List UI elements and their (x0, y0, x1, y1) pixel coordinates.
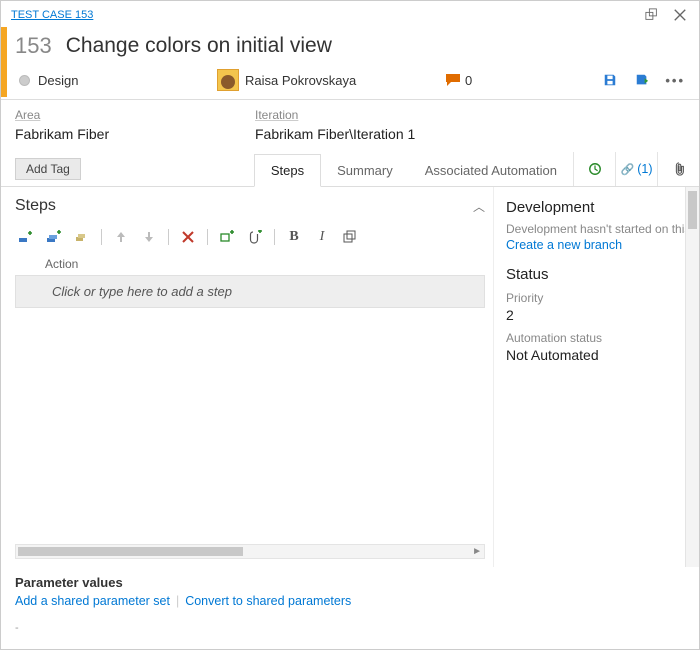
parameters-section: Parameter values Add a shared parameter … (1, 567, 699, 644)
steps-panel: Steps ︿ B I Action Click (1, 187, 494, 567)
delete-step-icon[interactable] (177, 227, 199, 247)
header-actions: ••• (601, 71, 699, 89)
discussion-count: 0 (465, 73, 472, 88)
vscroll-thumb[interactable] (688, 191, 697, 229)
close-icon[interactable] (671, 6, 689, 24)
toolbar-separator (207, 229, 208, 245)
parameters-links: Add a shared parameter set | Convert to … (15, 594, 685, 608)
italic-icon[interactable]: I (311, 227, 333, 247)
development-hint: Development hasn't started on this (506, 222, 695, 236)
more-actions-button[interactable]: ••• (665, 73, 685, 88)
area-value: Fabrikam Fiber (15, 126, 215, 142)
convert-to-shared-link[interactable]: Convert to shared parameters (185, 594, 351, 608)
steps-toolbar: B I (15, 223, 485, 253)
status-heading: Status (506, 266, 695, 283)
side-panel: Development Development hasn't started o… (494, 187, 699, 567)
classification-fields: Area Fabrikam Fiber Iteration Fabrikam F… (1, 100, 699, 148)
attachments-tab-icon[interactable] (657, 152, 699, 186)
vertical-scrollbar[interactable] (685, 187, 699, 567)
links-count: (1) (637, 162, 652, 176)
automation-status-value[interactable]: Not Automated (506, 347, 695, 363)
action-column-header: Action (15, 253, 485, 275)
collapse-steps-icon[interactable]: ︿ (473, 198, 485, 215)
move-down-icon[interactable] (138, 227, 160, 247)
insert-parameter-icon[interactable] (216, 227, 238, 247)
type-accent (1, 27, 7, 97)
discussion-button[interactable]: 0 (445, 73, 495, 88)
breadcrumb[interactable]: TEST CASE 153 (11, 9, 93, 21)
toolbar-separator (168, 229, 169, 245)
links-tab-icon[interactable]: 🔗 (1) (615, 152, 657, 186)
main-content: Steps ︿ B I Action Click (1, 187, 699, 567)
new-step-input[interactable]: Click or type here to add a step (15, 275, 485, 308)
tab-steps[interactable]: Steps (254, 154, 321, 187)
priority-label: Priority (506, 291, 695, 305)
avatar (217, 69, 239, 91)
top-bar: TEST CASE 153 (1, 1, 699, 29)
history-tab-icon[interactable] (573, 152, 615, 186)
bold-icon[interactable]: B (283, 227, 305, 247)
state-dot-icon (19, 75, 30, 86)
development-heading: Development (506, 199, 695, 216)
work-item-title[interactable]: Change colors on initial view (66, 34, 332, 58)
work-item-form: TEST CASE 153 153 Change colors on initi… (0, 0, 700, 650)
state-value: Design (38, 73, 78, 88)
automation-status-label: Automation status (506, 331, 695, 345)
scroll-thumb[interactable] (18, 547, 243, 556)
title-bar: 153 Change colors on initial view (1, 29, 699, 69)
insert-step-icon[interactable] (15, 227, 37, 247)
tag-and-tab-row: Add Tag Steps Summary Associated Automat… (1, 148, 699, 187)
tab-summary[interactable]: Summary (321, 155, 409, 186)
create-shared-steps-icon[interactable] (71, 227, 93, 247)
assignee-field[interactable]: Raisa Pokrovskaya (217, 69, 427, 91)
assignee-name: Raisa Pokrovskaya (245, 73, 356, 88)
footer-dash: - (15, 622, 685, 634)
state-field[interactable]: Design (19, 73, 199, 88)
work-item-id: 153 (15, 33, 52, 59)
insert-shared-step-icon[interactable] (43, 227, 65, 247)
parameters-heading: Parameter values (15, 575, 685, 590)
scroll-right-icon[interactable]: ► (472, 546, 482, 557)
maximize-steps-icon[interactable] (339, 227, 361, 247)
add-shared-parameter-link[interactable]: Add a shared parameter set (15, 594, 170, 608)
create-branch-link[interactable]: Create a new branch (506, 238, 695, 252)
add-tag-button[interactable]: Add Tag (15, 158, 81, 180)
tab-icons: 🔗 (1) (573, 152, 699, 186)
tabs: Steps Summary Associated Automation 🔗 (1… (254, 152, 699, 186)
tab-associated-automation[interactable]: Associated Automation (409, 155, 573, 186)
move-up-icon[interactable] (110, 227, 132, 247)
iteration-label: Iteration (255, 108, 455, 122)
save-icon[interactable] (601, 71, 619, 89)
steps-heading-label: Steps (15, 197, 56, 215)
fullscreen-icon[interactable] (643, 6, 661, 24)
area-label: Area (15, 108, 215, 122)
link-separator: | (176, 594, 179, 608)
link-icon: 🔗 (621, 163, 635, 176)
priority-value[interactable]: 2 (506, 307, 695, 323)
save-and-close-icon[interactable] (633, 71, 651, 89)
iteration-field[interactable]: Iteration Fabrikam Fiber\Iteration 1 (255, 108, 455, 142)
iteration-value: Fabrikam Fiber\Iteration 1 (255, 126, 455, 142)
area-field[interactable]: Area Fabrikam Fiber (15, 108, 215, 142)
status-row: Design Raisa Pokrovskaya 0 ••• (1, 69, 699, 99)
toolbar-separator (101, 229, 102, 245)
horizontal-scrollbar[interactable]: ◄ ► (15, 544, 485, 559)
add-attachment-icon[interactable] (244, 227, 266, 247)
window-controls (643, 6, 689, 24)
toolbar-separator (274, 229, 275, 245)
steps-heading: Steps ︿ (15, 197, 485, 215)
